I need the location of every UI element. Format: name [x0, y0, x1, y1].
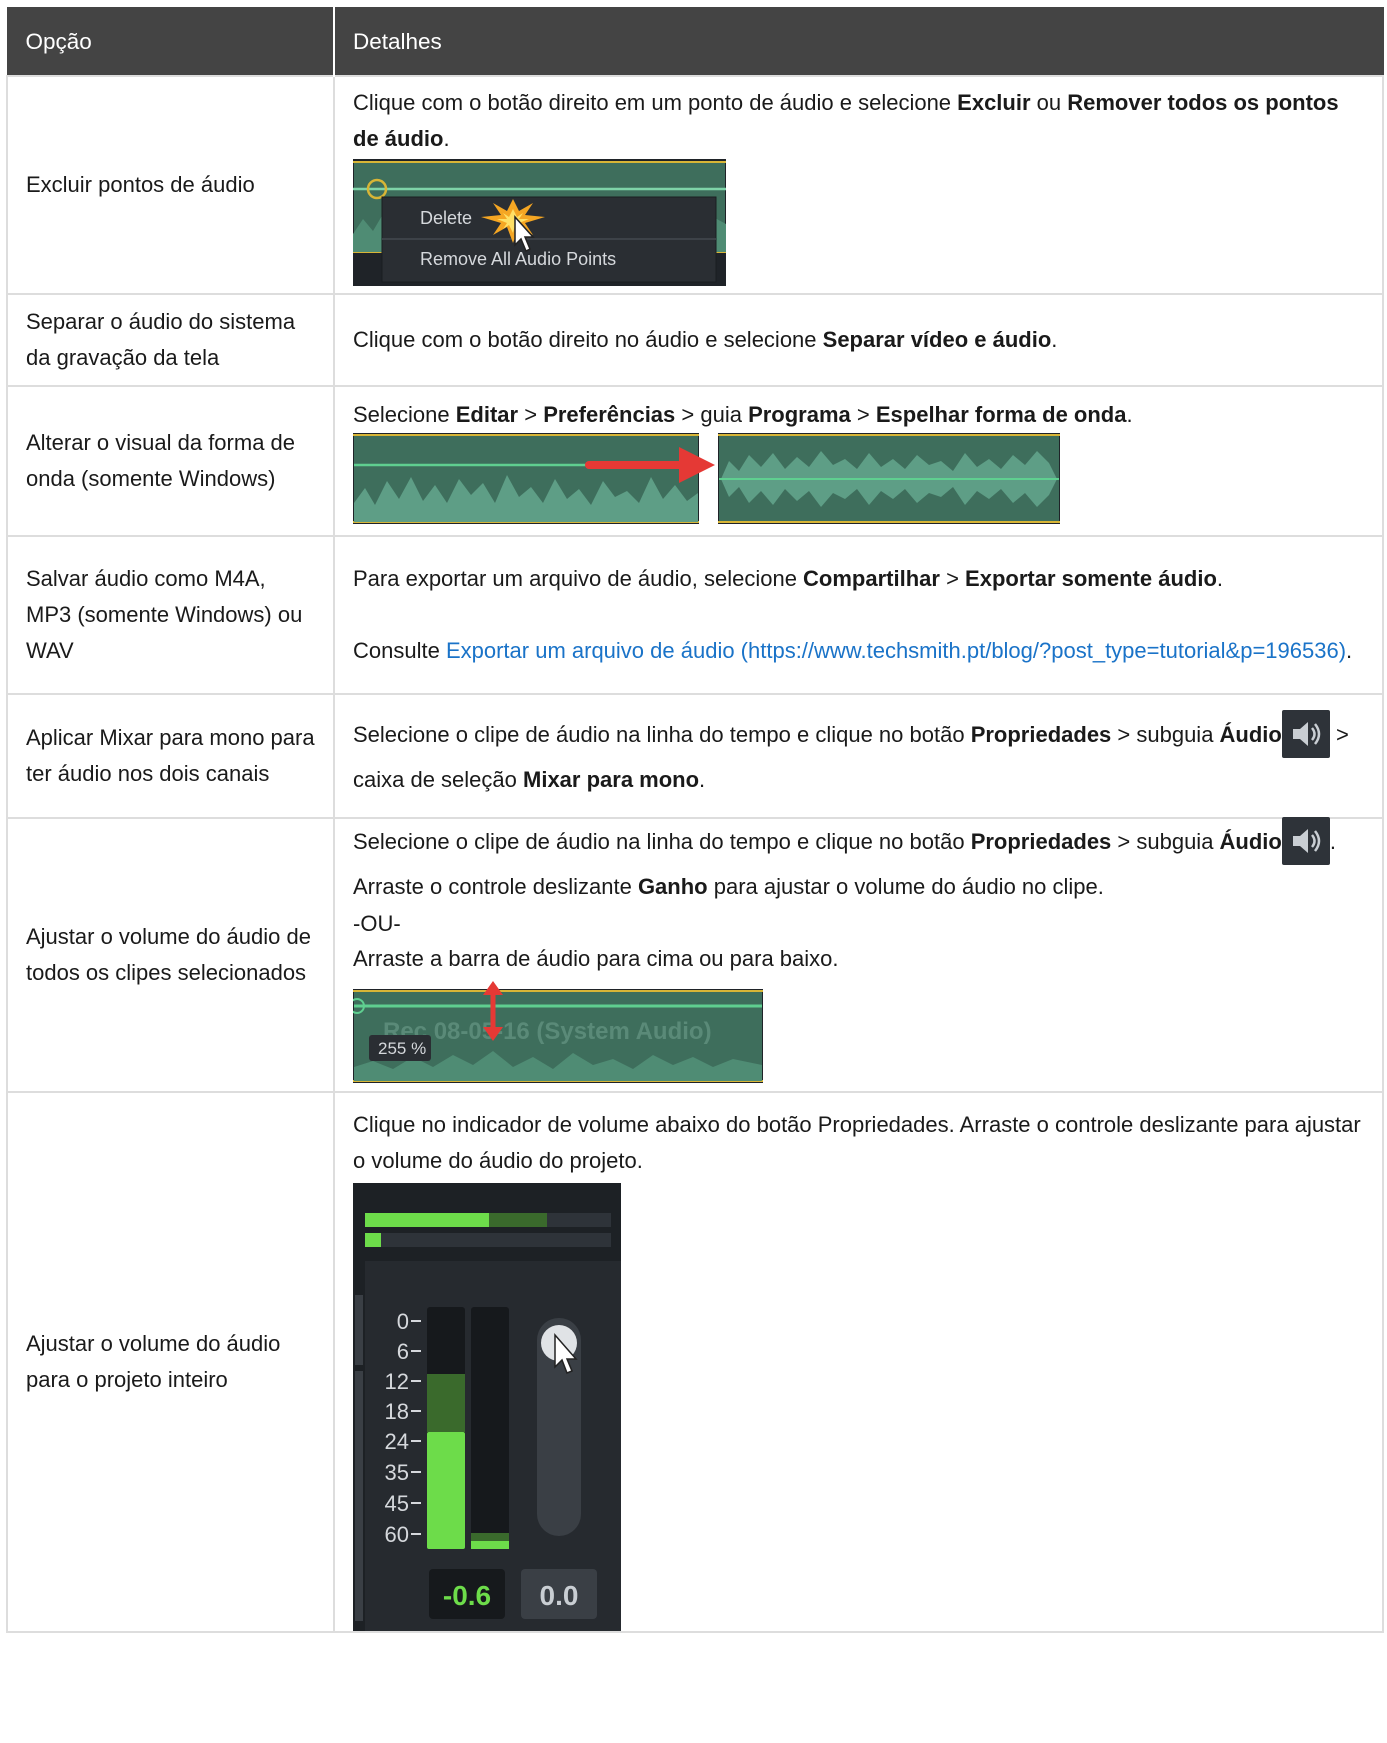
details-cell: Para exportar um arquivo de áudio, selec… [333, 535, 1384, 695]
details-text: Clique com o botão direito no áudio e se… [353, 327, 1058, 352]
details-text: Selecione o clipe de áudio na linha do t… [353, 710, 1364, 800]
table-row: Ajustar o volume do áudio de todos os cl… [6, 817, 1384, 1093]
waveform-mirrored [718, 433, 1060, 524]
meter-tick-label: 35 [385, 1460, 409, 1485]
waveform-comparison-screenshot [353, 433, 1060, 524]
meter-tick-label: 60 [385, 1522, 409, 1547]
option-cell: Salvar áudio como M4A, MP3 (somente Wind… [6, 535, 335, 695]
option-cell: Excluir pontos de áudio [6, 75, 335, 295]
details-cell: Clique com o botão direito no áudio e se… [333, 293, 1384, 387]
details-text: Consulte Exportar um arquivo de áudio (h… [353, 638, 1353, 663]
option-cell: Aplicar Mixar para mono para ter áudio n… [6, 693, 335, 819]
details-text: Para exportar um arquivo de áudio, selec… [353, 566, 1224, 591]
details-cell: Clique no indicador de volume abaixo do … [333, 1091, 1384, 1633]
details-cell: Selecione Editar > Preferências > guia P… [333, 385, 1384, 537]
export-audio-link[interactable]: Exportar um arquivo de áudio (https://ww… [446, 638, 1346, 663]
meter-level-value: -0.6 [443, 1580, 491, 1611]
details-text: Selecione o clipe de áudio na linha do t… [353, 817, 1364, 907]
audio-bar-drag-screenshot: Rec 08-05-16 (System Audio) 255 % [353, 981, 763, 1083]
meter-tick-label: 6 [397, 1339, 409, 1364]
details-cell: Selecione o clipe de áudio na linha do t… [333, 693, 1384, 819]
audio-speaker-icon [1281, 710, 1330, 758]
column-header-option: Opção [6, 7, 335, 77]
meter-tick-label: 24 [385, 1429, 409, 1454]
column-header-details: Detalhes [333, 7, 1384, 77]
or-separator: -OU- [353, 911, 401, 936]
meter-tick-label: 0 [397, 1309, 409, 1334]
options-table: Opção Detalhes Excluir pontos de áudio C… [6, 7, 1384, 1633]
clip-label: Rec 08-05-16 (System Audio) [383, 1018, 712, 1045]
option-cell: Ajustar o volume do áudio de todos os cl… [6, 817, 335, 1093]
table-row: Excluir pontos de áudio Clique com o bot… [6, 75, 1384, 295]
option-cell: Ajustar o volume do áudio para o projeto… [6, 1091, 335, 1633]
details-cell: Selecione o clipe de áudio na linha do t… [333, 817, 1384, 1093]
option-cell: Separar o áudio do sistema da gravação d… [6, 293, 335, 387]
meter-tick-label: 12 [385, 1369, 409, 1394]
waveform-standard [353, 433, 699, 524]
table-row: Aplicar Mixar para mono para ter áudio n… [6, 693, 1384, 819]
table-header-row: Opção Detalhes [6, 7, 1384, 77]
menu-item-delete: Delete [420, 208, 472, 228]
meter-tick-label: 18 [385, 1399, 409, 1424]
meter-tick-label: 45 [385, 1491, 409, 1516]
option-cell: Alterar o visual da forma de onda (somen… [6, 385, 335, 537]
details-text: Clique com o botão direito em um ponto d… [353, 89, 1339, 151]
details-text: Clique no indicador de volume abaixo do … [353, 1112, 1361, 1173]
volume-meter-screenshot: 0 6 12 18 24 35 45 60 -0.6 0.0 [353, 1183, 621, 1631]
gain-badge: 255 % [378, 1039, 426, 1058]
audio-speaker-icon [1281, 817, 1330, 865]
details-cell: Clique com o botão direito em um ponto d… [333, 75, 1384, 295]
table-row: Separar o áudio do sistema da gravação d… [6, 293, 1384, 387]
table-row: Salvar áudio como M4A, MP3 (somente Wind… [6, 535, 1384, 695]
details-text: Arraste a barra de áudio para cima ou pa… [353, 946, 839, 971]
delete-audio-points-screenshot: Delete Remove All Audio Points [353, 158, 726, 286]
details-text: Selecione Editar > Preferências > guia P… [353, 402, 1133, 427]
slider-value: 0.0 [540, 1580, 579, 1611]
table-row: Ajustar o volume do áudio para o projeto… [6, 1091, 1384, 1633]
menu-item-remove-all: Remove All Audio Points [420, 249, 616, 269]
table-row: Alterar o visual da forma de onda (somen… [6, 385, 1384, 537]
